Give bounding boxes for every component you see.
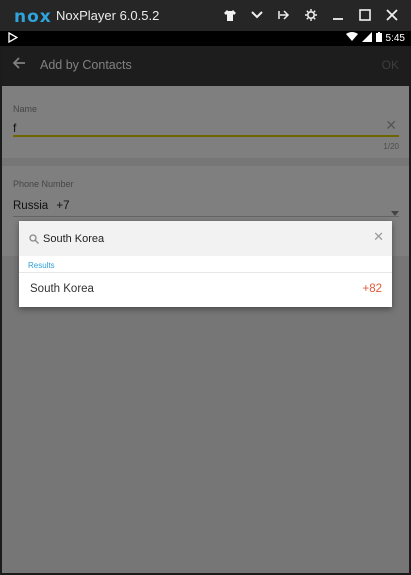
emulator-title-bar: nox NoxPlayer 6.0.5.2 bbox=[0, 0, 411, 31]
wifi-icon bbox=[345, 32, 358, 45]
nox-logo: nox bbox=[14, 7, 52, 27]
list-item[interactable]: South Korea +82 bbox=[19, 273, 392, 307]
battery-icon bbox=[375, 32, 382, 45]
status-time: 5:45 bbox=[385, 33, 405, 44]
clear-search-icon[interactable]: ✕ bbox=[373, 230, 384, 245]
close-icon[interactable] bbox=[378, 4, 405, 26]
country-search-input[interactable] bbox=[41, 229, 365, 249]
pin-icon[interactable] bbox=[270, 4, 297, 26]
signal-icon bbox=[361, 32, 372, 45]
chevron-down-icon[interactable] bbox=[243, 4, 270, 26]
search-bar: ✕ bbox=[19, 221, 392, 256]
country-search-dialog: ✕ Results South Korea +82 bbox=[19, 221, 392, 307]
emulator-controls bbox=[216, 4, 405, 26]
play-store-icon bbox=[8, 31, 19, 46]
minimize-icon[interactable] bbox=[324, 4, 351, 26]
search-icon bbox=[29, 231, 39, 249]
result-country-name: South Korea bbox=[30, 283, 94, 295]
result-country-code: +82 bbox=[362, 283, 382, 295]
maximize-icon[interactable] bbox=[351, 4, 378, 26]
emulator-title: NoxPlayer 6.0.5.2 bbox=[56, 8, 160, 23]
app-screen: Add by Contacts OK Name f ✕ 1/20 Phone N… bbox=[2, 46, 409, 573]
dim-overlay[interactable] bbox=[2, 46, 409, 573]
shirt-icon[interactable] bbox=[216, 4, 243, 26]
gear-icon[interactable] bbox=[297, 4, 324, 26]
results-label: Results bbox=[28, 261, 55, 270]
android-status-bar: 5:45 bbox=[0, 31, 411, 46]
